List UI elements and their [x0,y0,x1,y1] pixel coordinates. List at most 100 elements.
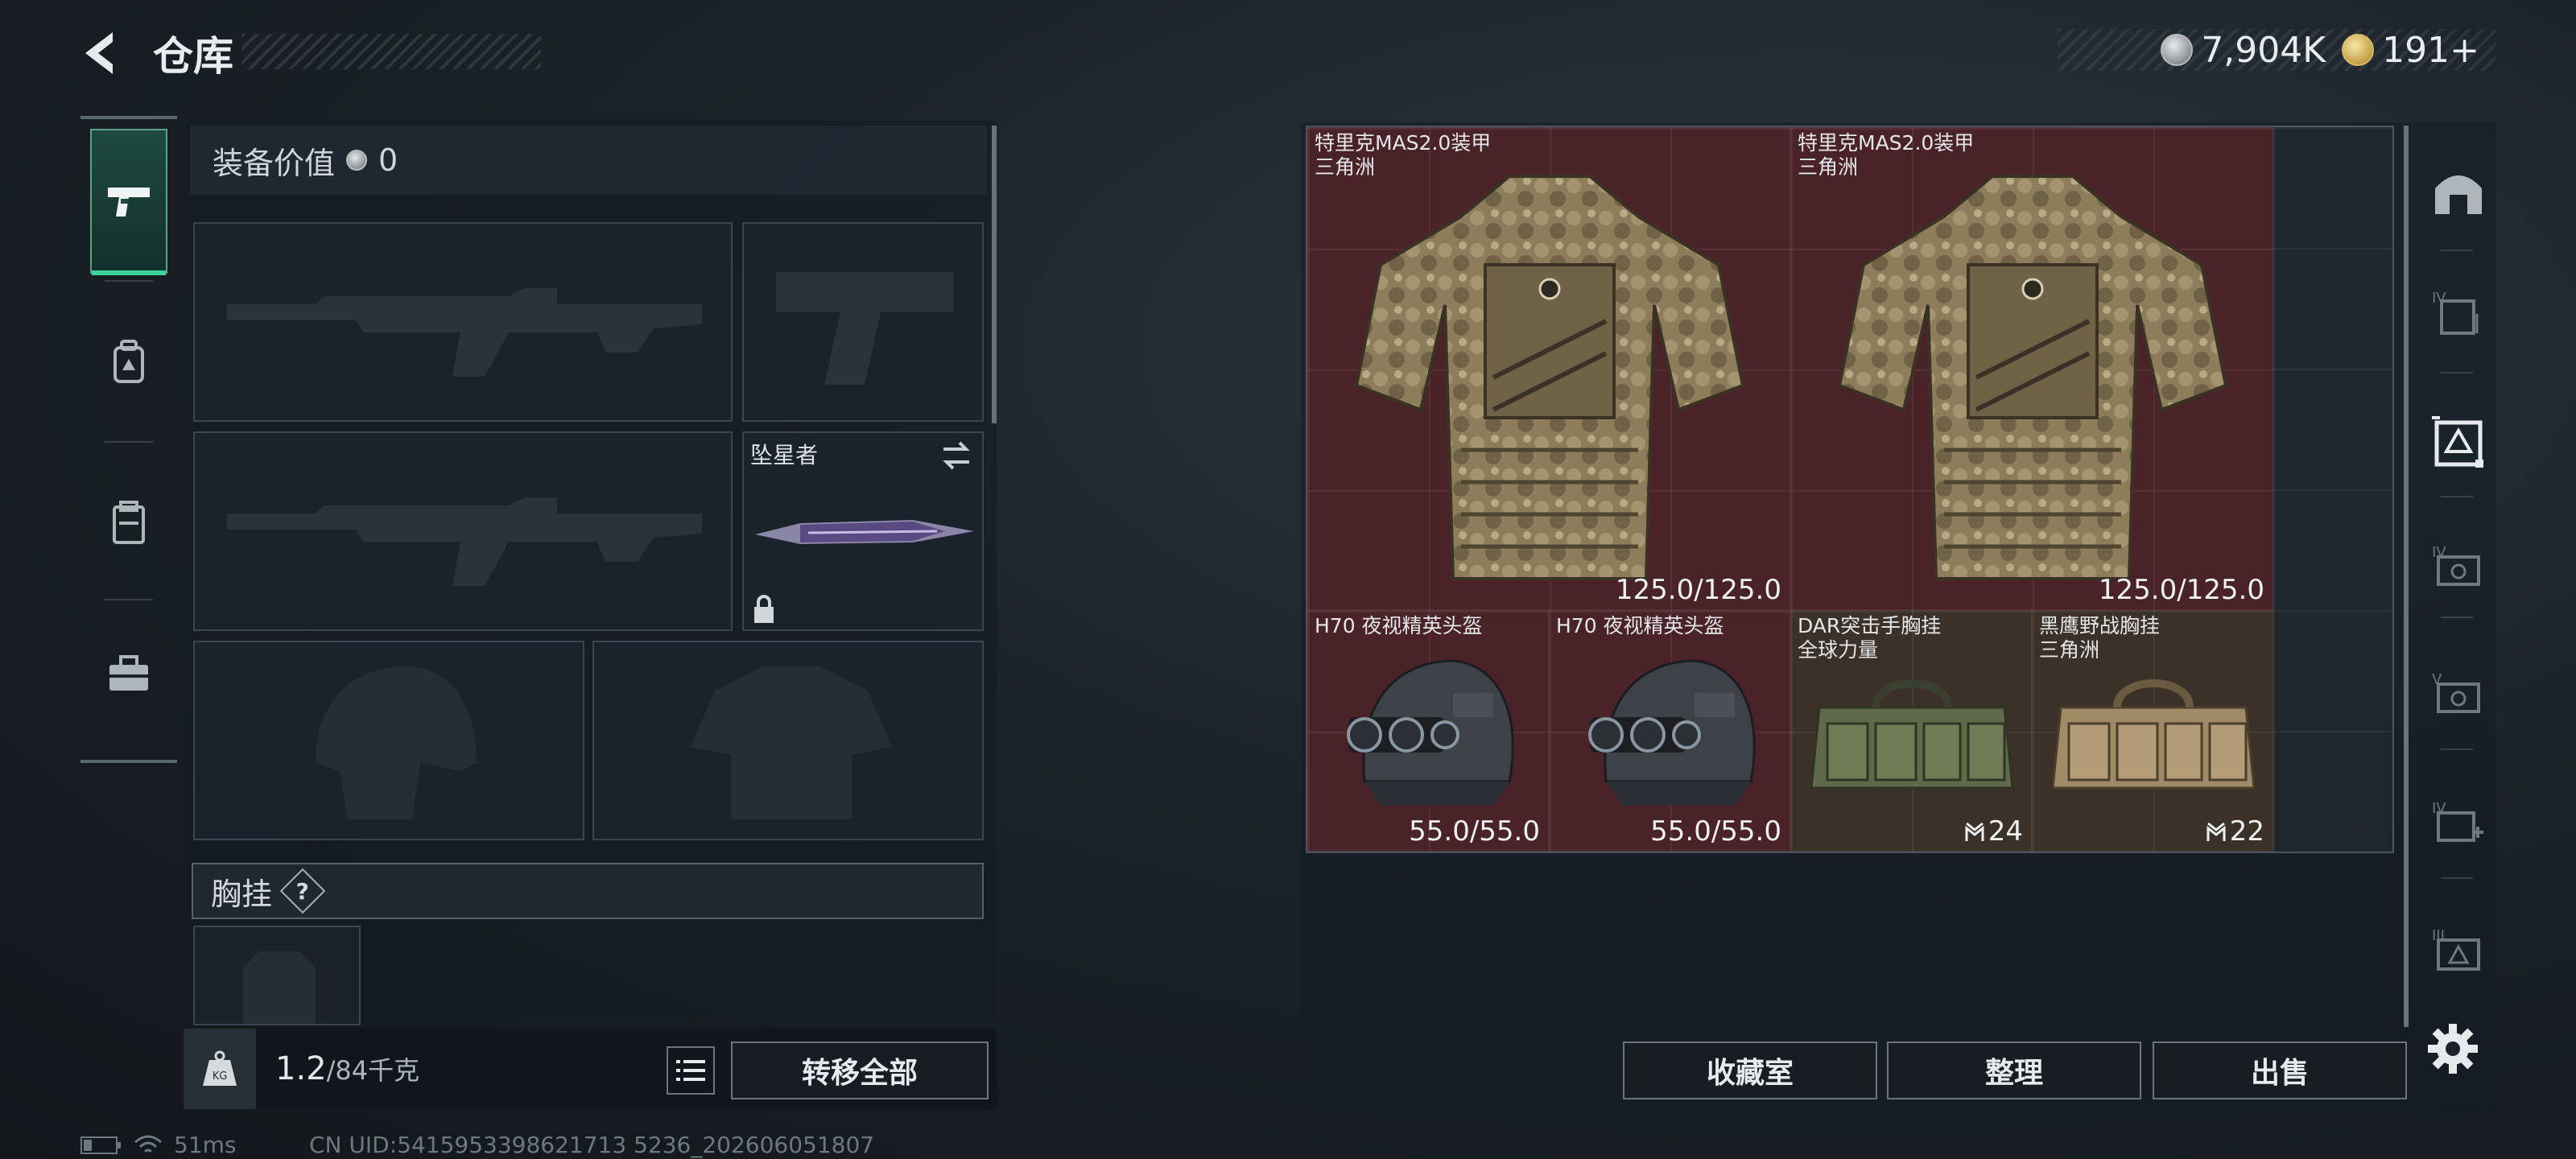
tab-all-storage[interactable] [2429,163,2487,221]
pistol-icon [108,188,150,217]
storage-grid[interactable]: 特里克MAS2.0装甲 三角洲 125.0/125.0 特里克MAS2.0装甲 三角洲… [1306,126,2394,853]
weight-readout: 1.2/84千克 [275,1050,419,1087]
storage-item[interactable]: H70 夜视精英头盔 55.0/55.0 [1307,610,1549,852]
storage-item[interactable]: 黑鹰野战胸挂 三角洲 22 [2032,610,2273,852]
title-decoration [242,34,541,69]
pistol-silhouette-icon [776,272,953,385]
loadout-scrollbar[interactable] [992,126,997,423]
chest-rig-slot[interactable] [193,926,361,1025]
ping-value: 51ms [174,1132,237,1158]
swap-icon[interactable] [939,439,974,472]
organize-button[interactable]: 整理 [1887,1041,2141,1099]
misc-tier-icon: III [2432,927,2480,971]
tab-misc-iii[interactable]: III [2429,921,2487,979]
durability-value: 125.0/125.0 [2098,574,2264,606]
tab-divider [105,599,153,600]
storage-item[interactable]: 特里克MAS2.0装甲 三角洲 125.0/125.0 [1790,127,2273,610]
capacity-icon [1964,815,1988,848]
weight-button[interactable]: KG [184,1029,256,1109]
gold-currency[interactable]: 191+ [2342,30,2479,71]
helmet-silhouette-icon [316,666,477,819]
help-icon[interactable]: ? [279,868,326,914]
collection-room-button[interactable]: 收藏室 [1623,1041,1877,1099]
helmet-icon [1574,645,1767,833]
knife-icon [755,520,974,544]
silver-currency[interactable]: 7,904K [2161,30,2326,71]
armor-icon [1340,144,1759,598]
durability-value: 55.0/55.0 [1409,815,1540,848]
tab-divider [105,280,153,282]
silver-coin-icon [346,150,368,171]
status-bar: 51ms [80,1132,237,1158]
svg-text:KG: KG [213,1070,228,1083]
rifle-silhouette-icon [227,497,702,586]
armor-tier-icon: IV [2432,290,2479,335]
capacity-value: 24 [1964,815,2023,848]
back-arrow-icon[interactable] [77,29,126,77]
capacity-value: 22 [2206,815,2264,848]
item-name: 特里克MAS2.0装甲 三角洲 [1798,131,1975,179]
storage-scrollbar[interactable] [2404,126,2409,1027]
storage-category-rail: IV IV V IV III [2418,121,2492,1030]
medical-tier-icon: IV [2432,800,2483,842]
helmet-icon [1332,645,1525,833]
equipment-value: 0 [378,142,398,178]
item-name: DAR突击手胸挂 全球力量 [1798,614,1942,662]
tab-helmet-v[interactable]: V [2429,665,2487,723]
settings-gear-icon[interactable] [2425,1021,2481,1077]
tab-helmet-iv[interactable]: IV [2429,538,2487,596]
secondary-weapon-slot[interactable] [193,431,733,631]
item-name: 特里克MAS2.0装甲 三角洲 [1315,131,1492,179]
user-id: CN UID:5415953398621713 5236_20260605180… [309,1132,875,1158]
rail-divider-bottom [80,760,177,763]
armor-silhouette-icon [691,666,892,819]
tab-vest[interactable] [90,451,167,596]
primary-weapon-slot[interactable] [193,222,733,422]
weight-max: /84千克 [326,1055,420,1086]
rail-divider-top [80,116,177,119]
item-name: H70 夜视精英头盔 [1556,614,1724,637]
chest-rig-header: 胸挂 ? [192,863,984,919]
rifle-silhouette-icon [227,288,702,377]
gold-amount: 191+ [2382,29,2479,71]
chest-rig-label: 胸挂 [211,876,273,912]
tab-armor-iv[interactable]: IV [2429,283,2487,341]
currency-bar: 7,904K 191+ [2058,29,2496,71]
storage-item[interactable]: H70 夜视精英头盔 55.0/55.0 [1549,610,1790,852]
durability-value: 55.0/55.0 [1650,815,1781,848]
list-icon [676,1060,705,1081]
rig-green-icon [1803,643,2021,807]
melee-slot[interactable]: 坠星者 [742,431,984,631]
armor-slot[interactable] [592,641,984,840]
page-title: 仓库 [153,33,233,80]
transfer-all-button[interactable]: 转移全部 [731,1041,989,1099]
silver-amount: 7,904K [2201,29,2326,71]
item-name: 黑鹰野战胸挂 三角洲 [2039,614,2161,662]
storage-item[interactable]: DAR突击手胸挂 全球力量 24 [1790,610,2032,852]
tab-backpack[interactable] [90,290,167,435]
weight-icon: KG [203,1050,237,1086]
equipment-value-label: 装备价值 [213,145,336,181]
sell-button[interactable]: 出售 [2153,1041,2407,1099]
list-view-button[interactable] [667,1046,715,1095]
pistol-slot[interactable] [742,222,984,422]
armor-icon [1823,144,2242,598]
battery-icon [80,1136,121,1154]
svg-text:IV: IV [2432,290,2446,307]
rig-tan-icon [2045,643,2262,807]
tab-weapons[interactable] [90,129,167,275]
equipment-value-bar: 装备价值 0 [190,126,987,195]
helmet-alt-icon: V [2432,671,2480,713]
helmet-slot[interactable] [193,641,584,840]
silver-coin-icon [2161,34,2194,66]
storage-item[interactable]: 特里克MAS2.0装甲 三角洲 125.0/125.0 [1307,127,1790,610]
vest-icon [113,501,145,544]
tab-equipment-active[interactable] [2429,414,2487,472]
helmet-tier-icon: IV [2432,544,2480,586]
wifi-icon [134,1135,162,1153]
tab-medical-iv[interactable]: IV [2429,794,2487,852]
storage-dome-icon [2435,175,2482,214]
tab-case[interactable] [90,602,167,747]
gold-coin-icon [2342,34,2375,66]
chest-rig-silhouette-icon [243,951,316,1024]
